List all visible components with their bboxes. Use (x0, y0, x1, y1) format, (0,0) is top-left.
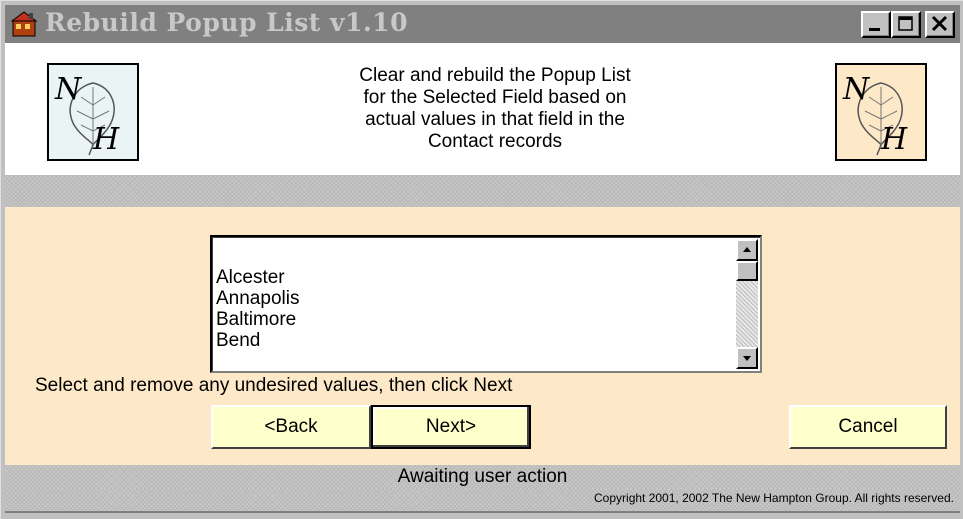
logo-letter-h: H (880, 122, 908, 157)
main-panel: Alcester Annapolis Baltimore Bend Select… (5, 207, 960, 465)
logo-letter-n: N (842, 72, 871, 107)
company-logo: N H (835, 63, 927, 161)
window-bottom-border (5, 511, 960, 513)
title-bar[interactable]: Rebuild Popup List v1.10 (5, 5, 960, 43)
app-icon[interactable] (10, 10, 39, 38)
scroll-up-button[interactable] (736, 239, 758, 261)
list-items: Alcester Annapolis Baltimore Bend (216, 267, 299, 351)
list-scrollbar[interactable] (736, 239, 758, 369)
maximize-button[interactable] (891, 11, 921, 38)
logo-letter-n: N (54, 72, 83, 107)
list-item[interactable]: Alcester (216, 267, 299, 288)
status-text: Awaiting user action (397, 466, 568, 487)
header-panel: N H Clear and rebuild the Popup List for… (5, 43, 960, 175)
company-logo: N H (47, 63, 139, 161)
next-button-label: Next> (425, 416, 477, 437)
values-listbox[interactable]: Alcester Annapolis Baltimore Bend (210, 235, 762, 373)
back-button-label: <Back (264, 416, 318, 437)
minimize-icon (869, 28, 880, 31)
instructions-text: Select and remove any undesired values, … (35, 375, 513, 396)
description-line: Clear and rebuild the Popup List (359, 65, 631, 86)
description-line: Contact records (427, 131, 563, 152)
app-window: Rebuild Popup List v1.10 N H Clear and r… (0, 0, 963, 519)
cancel-button[interactable]: Cancel (789, 405, 947, 449)
arrow-up-icon (743, 247, 751, 252)
description-line: for the Selected Field based on (363, 87, 627, 108)
separator-band (5, 175, 960, 207)
arrow-down-icon (743, 356, 751, 361)
back-button[interactable]: <Back (211, 405, 371, 449)
window-title: Rebuild Popup List v1.10 (45, 8, 408, 37)
scroll-down-button[interactable] (736, 347, 758, 369)
description-line: actual values in that field in the (365, 109, 625, 130)
list-item[interactable]: Annapolis (216, 288, 299, 309)
next-button[interactable]: Next> (371, 405, 531, 449)
logo-letter-h: H (92, 122, 120, 157)
scroll-thumb[interactable] (736, 261, 758, 281)
list-item[interactable]: Bend (216, 330, 299, 351)
description-text: Clear and rebuild the Popup List for the… (295, 65, 695, 153)
maximize-icon (898, 16, 913, 31)
list-item[interactable]: Baltimore (216, 309, 299, 330)
close-button[interactable] (925, 11, 955, 38)
copyright-text: Copyright 2001, 2002 The New Hampton Gro… (594, 491, 954, 505)
minimize-button[interactable] (861, 11, 891, 38)
cancel-button-label: Cancel (838, 416, 898, 437)
status-bar: Awaiting user action (5, 465, 960, 489)
close-icon (931, 15, 948, 32)
